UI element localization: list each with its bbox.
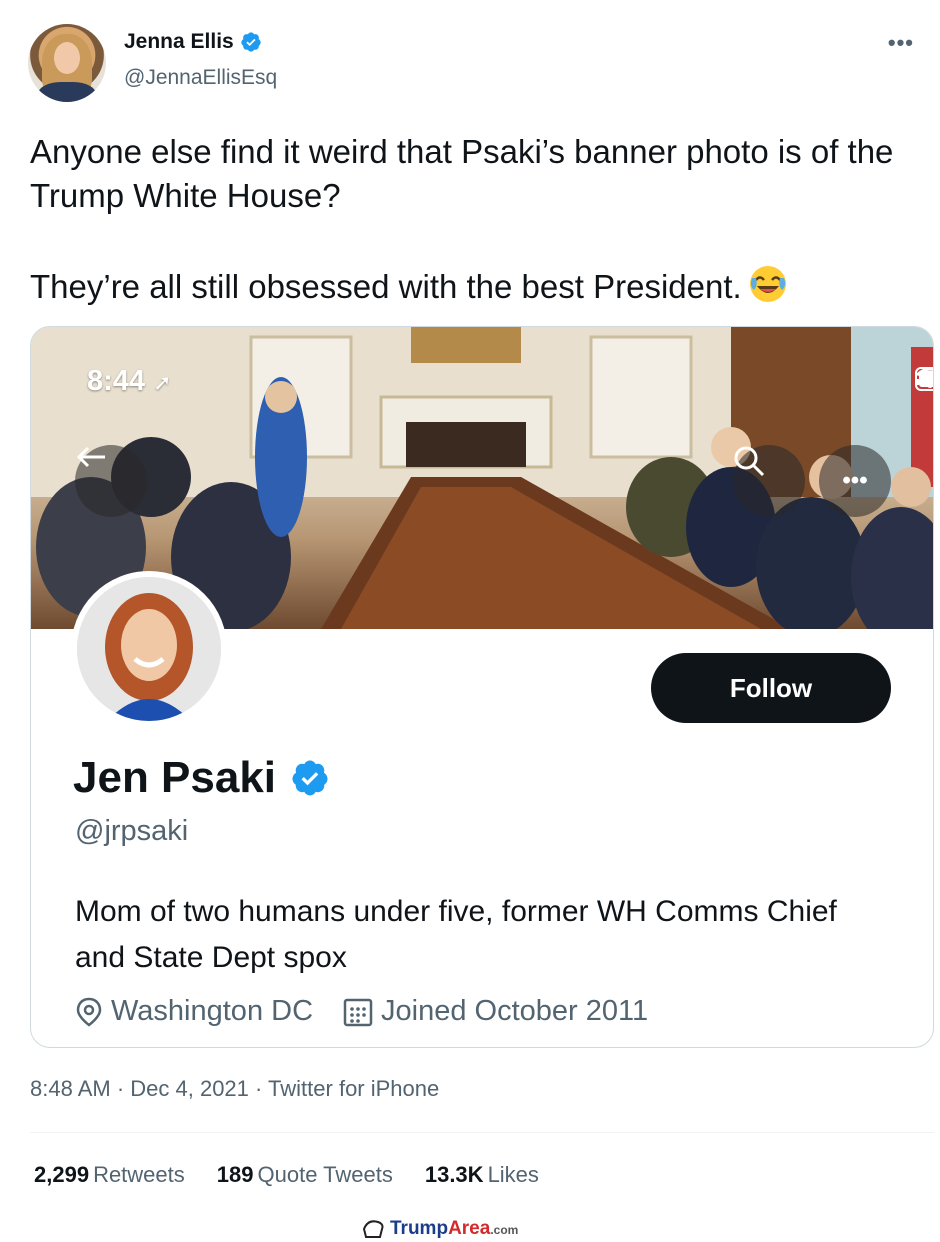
profile-meta: Washington DC Joined October 2011 xyxy=(75,995,648,1028)
author-name-row[interactable]: Jenna Ellis xyxy=(124,30,262,54)
tweet-stats: 2,299 Retweets 189 Quote Tweets 13.3K Likes xyxy=(34,1162,539,1188)
calendar-icon xyxy=(343,998,373,1026)
tweet-text-line2-row: They’re all still obsessed with the best… xyxy=(30,264,910,309)
author-name[interactable]: Jenna Ellis xyxy=(124,30,234,54)
tweet-text: Anyone else find it weird that Psaki’s b… xyxy=(30,130,910,309)
back-arrow-icon[interactable] xyxy=(75,445,147,517)
follow-button[interactable]: Follow xyxy=(651,653,891,723)
profile-avatar-image xyxy=(77,577,221,721)
author-avatar[interactable] xyxy=(28,24,106,102)
profile-joined-text: Joined October 2011 xyxy=(381,995,649,1027)
face-with-tears-of-joy-icon xyxy=(749,266,786,302)
tweet-text-line1: Anyone else find it weird that Psaki’s b… xyxy=(30,133,894,214)
profile-joined: Joined October 2011 xyxy=(343,995,648,1028)
verified-badge-icon xyxy=(241,32,261,52)
location-arrow-icon: ➚ xyxy=(153,370,172,395)
profile-name-row: Jen Psaki xyxy=(73,753,330,803)
profile-location: Washington DC xyxy=(75,995,313,1028)
watermark-brand-part1: Trump xyxy=(390,1218,449,1239)
quote-tweets-stat[interactable]: 189 Quote Tweets xyxy=(217,1162,393,1188)
avatar-shirt xyxy=(38,82,96,102)
watermark-brand-part2: Area xyxy=(448,1218,491,1239)
divider xyxy=(30,1132,934,1133)
profile-location-text: Washington DC xyxy=(111,995,314,1027)
trump-hair-logo-icon xyxy=(362,1220,384,1238)
location-pin-icon xyxy=(76,997,102,1027)
retweets-stat[interactable]: 2,299 Retweets xyxy=(34,1162,185,1188)
watermark-brand-suffix: .com xyxy=(490,1223,519,1237)
tweet: Jenna Ellis @JennaEllisEsq ••• Anyone el… xyxy=(0,0,940,1215)
profile-more-icon[interactable]: ••• xyxy=(819,445,891,517)
tweet-timestamp[interactable]: 8:48 AM · Dec 4, 2021 · Twitter for iPho… xyxy=(30,1076,439,1102)
battery-icon xyxy=(915,367,933,391)
more-options-icon[interactable]: ••• xyxy=(888,30,914,56)
search-icon[interactable] xyxy=(733,445,805,517)
likes-stat[interactable]: 13.3K Likes xyxy=(425,1162,539,1188)
profile-name: Jen Psaki xyxy=(73,753,277,802)
profile-bio: Mom of two humans under five, former WH … xyxy=(75,895,837,974)
watermark: TrumpArea.com xyxy=(362,1218,518,1240)
author-handle[interactable]: @JennaEllisEsq xyxy=(124,66,277,90)
profile-avatar[interactable] xyxy=(71,571,227,727)
status-bar-time: 8:44 ➚ xyxy=(87,365,172,397)
embedded-profile-card[interactable]: 8:44 ➚ ••• Follow Jen Psaki @jrpsaki Mom… xyxy=(30,326,934,1048)
profile-handle: @jrpsaki xyxy=(75,815,189,847)
profile-verified-badge-icon xyxy=(292,760,328,796)
tweet-text-line2: They’re all still obsessed with the best… xyxy=(30,268,742,305)
avatar-face xyxy=(54,42,80,74)
